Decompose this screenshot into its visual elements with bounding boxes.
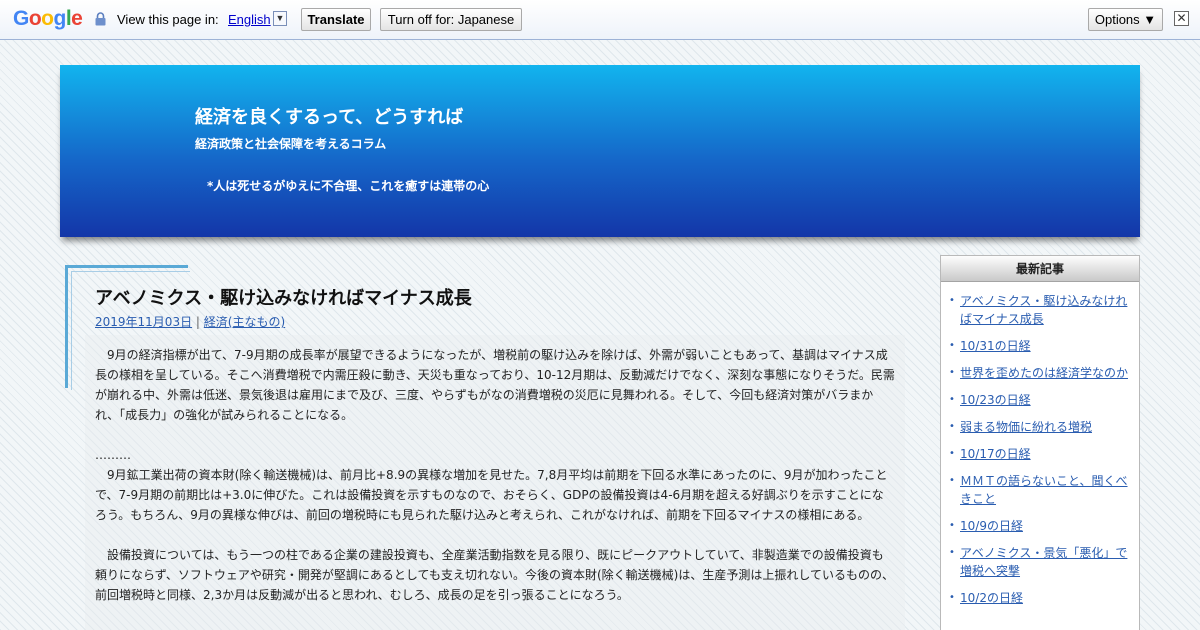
site-description: 経済政策と社会保障を考えるコラム	[195, 137, 387, 151]
list-item: 10/31の日経	[949, 337, 1131, 355]
post-body: 9月の経済指標が出て、7-9月期の成長率が展望できるようになったが、増税前の駆け…	[85, 335, 905, 630]
recent-post-link[interactable]: 10/2の日経	[960, 591, 1023, 605]
site-title[interactable]: 経済を良くするって、どうすれば	[195, 103, 463, 129]
meta-separator: |	[195, 315, 200, 329]
options-button[interactable]: Options ▼	[1088, 8, 1163, 31]
recent-posts-list: アベノミクス・駆け込みなければマイナス成長 10/31の日経 世界を歪めたのは経…	[941, 282, 1139, 607]
list-item: 10/2の日経	[949, 589, 1131, 607]
list-item: 10/17の日経	[949, 445, 1131, 463]
post-ellipsis: ………	[95, 448, 131, 462]
post-date-link[interactable]: 2019年11月03日	[95, 315, 192, 329]
site-header: 経済を良くするって、どうすれば 経済政策と社会保障を考えるコラム *人は死せるが…	[60, 65, 1140, 237]
list-item: ＭＭＴの語らないこと、聞くべきこと	[949, 472, 1131, 508]
recent-post-link[interactable]: アベノミクス・景気「悪化」で増税へ突撃	[960, 546, 1127, 578]
translate-button[interactable]: Translate	[301, 8, 371, 31]
recent-post-link[interactable]: 10/31の日経	[960, 339, 1031, 353]
post-paragraph: 9月の経済指標が出て、7-9月期の成長率が展望できるようになったが、増税前の駆け…	[95, 348, 895, 422]
recent-post-link[interactable]: 10/9の日経	[960, 519, 1023, 533]
lock-icon	[95, 12, 106, 26]
recent-posts-sidebar: 最新記事 アベノミクス・駆け込みなければマイナス成長 10/31の日経 世界を歪…	[940, 255, 1140, 630]
recent-post-link[interactable]: 弱まる物価に紛れる増税	[960, 420, 1092, 434]
translate-bar: Google View this page in: English ▼ Tran…	[0, 0, 1200, 40]
turn-off-button[interactable]: Turn off for: Japanese	[380, 8, 522, 31]
google-logo: Google	[13, 7, 83, 30]
list-item: 世界を歪めたのは経済学なのか	[949, 364, 1131, 382]
post-paragraph: 9月鉱工業出荷の資本財(除く輸送機械)は、前月比+8.9の異様な増加を見せた。7…	[95, 468, 888, 522]
site-tagline: *人は死せるがゆえに不合理、これを癒すは連帯の心	[207, 179, 490, 193]
list-item: 10/23の日経	[949, 391, 1131, 409]
post-category-link[interactable]: 経済(主なもの)	[204, 315, 285, 329]
recent-post-link[interactable]: ＭＭＴの語らないこと、聞くべきこと	[960, 474, 1128, 506]
list-item: 弱まる物価に紛れる増税	[949, 418, 1131, 436]
list-item: アベノミクス・駆け込みなければマイナス成長	[949, 292, 1131, 328]
recent-post-link[interactable]: 10/17の日経	[960, 447, 1031, 461]
sidebar-heading: 最新記事	[941, 256, 1139, 282]
list-item: 10/9の日経	[949, 517, 1131, 535]
post-paragraph: 設備投資については、もう一つの柱である企業の建設投資も、全産業活動指数を見る限り…	[95, 548, 894, 602]
post-title: アベノミクス・駆け込みなければマイナス成長	[95, 288, 472, 309]
recent-post-link[interactable]: アベノミクス・駆け込みなければマイナス成長	[960, 294, 1127, 326]
recent-post-link[interactable]: 10/23の日経	[960, 393, 1031, 407]
view-page-label: View this page in:	[117, 12, 219, 27]
list-item: アベノミクス・景気「悪化」で増税へ突撃	[949, 544, 1131, 580]
recent-post-link[interactable]: 世界を歪めたのは経済学なのか	[960, 366, 1128, 380]
post-meta: 2019年11月03日 | 経済(主なもの)	[95, 313, 285, 330]
language-link[interactable]: English	[228, 12, 271, 27]
close-icon[interactable]: ✕	[1174, 11, 1189, 26]
language-dropdown-icon[interactable]: ▼	[273, 11, 287, 26]
